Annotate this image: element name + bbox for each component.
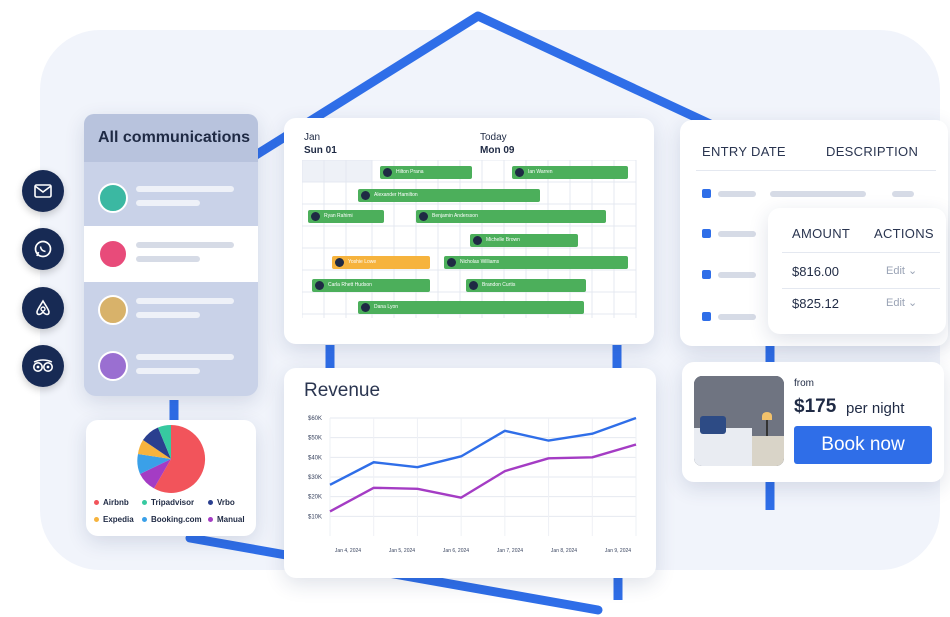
avatar — [98, 351, 128, 381]
room-photo — [694, 376, 784, 466]
series-line — [329, 416, 637, 486]
mail-icon[interactable] — [22, 170, 64, 212]
communications-title: All communications — [84, 114, 258, 162]
avatar — [98, 183, 128, 213]
y-tick-label: $30K — [308, 475, 322, 481]
edit-dropdown[interactable]: Edit ⌄ — [886, 264, 917, 277]
booking-bar[interactable]: Michelle Brown — [470, 234, 578, 247]
row-checkbox[interactable] — [702, 312, 711, 321]
x-tick-label: Jan 4, 2024 — [335, 548, 361, 554]
booking-bar[interactable]: Benjamin Andersson — [416, 210, 606, 223]
y-tick-label: $40K — [308, 455, 322, 461]
legend-manual: Manual — [208, 515, 245, 524]
whatsapp-icon[interactable] — [22, 228, 64, 270]
airbnb-icon[interactable] — [22, 287, 64, 329]
booking-bar[interactable]: Brandon Curtis — [466, 279, 586, 292]
booking-bar[interactable]: Ian Warren — [512, 166, 628, 179]
conversation-item[interactable] — [84, 338, 258, 394]
legend-airbnb: Airbnb — [94, 498, 129, 507]
price: $175 — [794, 396, 837, 417]
legend-booking: Booking.com — [142, 515, 202, 524]
x-tick-label: Jan 6, 2024 — [443, 548, 469, 554]
series-line — [329, 443, 637, 513]
per-night-label: per night — [846, 400, 905, 417]
column-description: DESCRIPTION — [826, 144, 919, 159]
legend-expedia: Expedia — [94, 515, 134, 524]
column-actions: ACTIONS — [874, 226, 934, 241]
column-amount: AMOUNT — [792, 226, 851, 241]
revenue-chart: $10K $20K $30K $40K $50K $60K Jan 4, 2024 Jan 5… — [308, 416, 637, 554]
communications-card: All communications — [84, 114, 258, 396]
conversation-item[interactable] — [84, 170, 258, 226]
calendar-today-label: Today — [480, 132, 507, 143]
booking-bar[interactable]: Yoshie Lowe — [332, 256, 430, 269]
from-label: from — [794, 378, 814, 389]
booking-sources-card: Airbnb Tripadvisor Vrbo Expedia Booking.… — [86, 420, 256, 536]
row-checkbox[interactable] — [702, 189, 711, 198]
booking-card: from $175 per night Book now — [682, 362, 944, 482]
y-tick-label: $60K — [308, 416, 322, 422]
calendar-card: Jan Sun 01 Today Mon 09 Hilton Prana Ian… — [284, 118, 654, 344]
calendar-today-day: Mon 09 — [480, 145, 515, 156]
legend-tripadvisor: Tripadvisor — [142, 498, 194, 507]
booking-bar[interactable]: Ryan Rahimi — [308, 210, 384, 223]
booking-sources-pie — [137, 424, 206, 493]
x-tick-label: Jan 7, 2024 — [497, 548, 523, 554]
avatar — [98, 295, 128, 325]
column-entry-date: ENTRY DATE — [702, 144, 786, 159]
edit-dropdown[interactable]: Edit ⌄ — [886, 296, 917, 309]
conversation-item[interactable] — [84, 282, 258, 338]
tripadvisor-icon[interactable] — [22, 345, 64, 387]
booking-bar[interactable]: Dana Lyon — [358, 301, 584, 314]
y-tick-label: $20K — [308, 495, 322, 501]
y-tick-label: $10K — [308, 514, 322, 520]
book-now-button[interactable]: Book now — [794, 426, 932, 464]
row-checkbox[interactable] — [702, 270, 711, 279]
avatar — [98, 239, 128, 269]
amount-value: $825.12 — [792, 296, 839, 311]
booking-bar[interactable]: Hilton Prana — [380, 166, 472, 179]
legend-vrbo: Vrbo — [208, 498, 235, 507]
row-checkbox[interactable] — [702, 229, 711, 238]
y-tick-label: $50K — [308, 436, 322, 442]
x-tick-label: Jan 5, 2024 — [389, 548, 415, 554]
x-tick-label: Jan 9, 2024 — [605, 548, 631, 554]
revenue-card: Revenue $10K $20K $30K $40K $50K $60K Jan 4, 2… — [284, 368, 656, 578]
chevron-down-icon: ⌄ — [908, 297, 918, 309]
conversation-item[interactable] — [84, 226, 258, 282]
x-tick-label: Jan 8, 2024 — [551, 548, 577, 554]
booking-bar[interactable]: Alexander Hamilton — [358, 189, 540, 202]
amount-value: $816.00 — [792, 264, 839, 279]
calendar-start-month: Jan — [304, 132, 321, 143]
booking-bar[interactable]: Carla Rhett Hudson — [312, 279, 430, 292]
calendar-start-day: Sun 01 — [304, 145, 337, 156]
chevron-down-icon: ⌄ — [908, 265, 918, 277]
amount-card: AMOUNT ACTIONS $816.00 Edit ⌄ $825.12 Ed… — [768, 208, 946, 334]
booking-bar[interactable]: Nicholas Williams — [444, 256, 628, 269]
